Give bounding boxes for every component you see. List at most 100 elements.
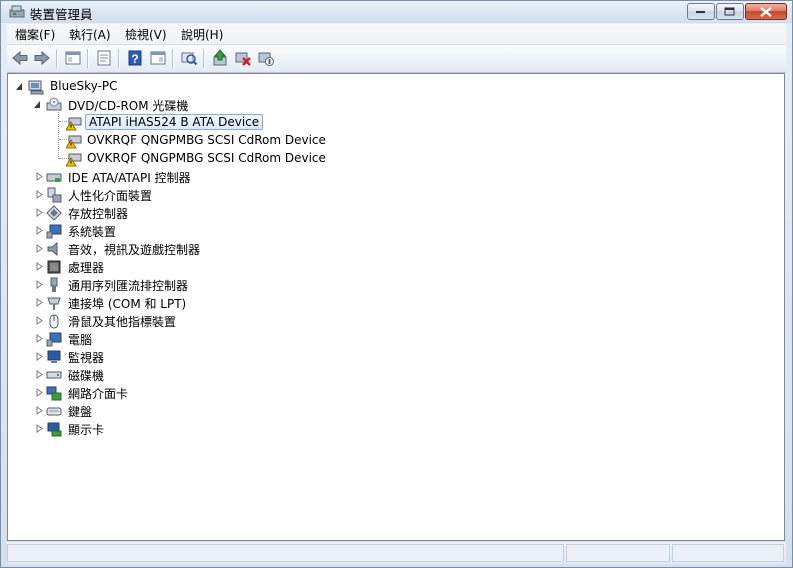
tree-category-row[interactable]: 監視器 <box>8 348 308 366</box>
close-icon <box>760 6 772 17</box>
expand-arrow-icon[interactable] <box>36 406 44 415</box>
tree-category-row[interactable]: 鍵盤 <box>8 402 308 420</box>
back-arrow-icon[interactable] <box>11 49 29 67</box>
tree-category-row[interactable]: 存放控制器 <box>8 204 308 222</box>
disk-drive-icon <box>46 371 62 379</box>
tree-device-row[interactable]: OVKRQF QNGPMBG SCSI CdRom Device <box>8 150 408 168</box>
tree-root-row[interactable]: BlueSky-PC <box>8 78 308 96</box>
tree-category-label: 網路介面卡 <box>68 387 129 401</box>
mouse-icon <box>49 314 59 329</box>
scan-hardware-icon[interactable] <box>180 49 198 67</box>
tree-category-row[interactable]: 磁碟機 <box>8 366 308 384</box>
forward-arrow-icon[interactable] <box>33 49 51 67</box>
tree-category-label: 監視器 <box>68 351 105 365</box>
help-icon[interactable]: ? <box>126 49 144 67</box>
expand-arrow-icon[interactable] <box>36 388 44 397</box>
update-driver-icon[interactable] <box>211 49 229 67</box>
port-icon <box>47 297 61 310</box>
expand-arrow-icon[interactable] <box>36 424 44 433</box>
menu-help[interactable]: 說明(H) <box>177 26 227 43</box>
tree-category-row[interactable]: 處理器 <box>8 258 308 276</box>
disable-device-icon[interactable] <box>257 49 275 67</box>
tree-category-label: 存放控制器 <box>68 207 129 221</box>
usb-controller-icon <box>50 277 58 292</box>
device-warning-icon <box>66 117 82 131</box>
tree-category-label: 處理器 <box>68 261 105 275</box>
minimize-button[interactable] <box>687 3 715 20</box>
expand-arrow-icon[interactable] <box>36 298 44 307</box>
device-label: ATAPI iHAS524 B ATA Device <box>85 114 264 130</box>
tree-category-label: 磁碟機 <box>68 369 105 383</box>
tree-category-label: 鍵盤 <box>68 405 93 419</box>
expand-arrow-icon[interactable] <box>36 244 44 253</box>
hid-icon <box>47 187 62 203</box>
expand-arrow-icon[interactable] <box>36 280 44 289</box>
expand-arrow-icon[interactable] <box>36 370 44 379</box>
tree-category-row[interactable]: 音效，視訊及遊戲控制器 <box>8 240 308 258</box>
tree-category-label: 滑鼠及其他指標裝置 <box>68 315 177 329</box>
device-label: OVKRQF QNGPMBG SCSI CdRom Device <box>87 133 326 147</box>
menu-action[interactable]: 執行(A) <box>65 26 115 43</box>
svg-text:?: ? <box>131 52 138 66</box>
menu-bar: 檔案(F) 執行(A) 檢視(V) 說明(H) <box>7 24 786 45</box>
tree-category-row[interactable]: 網路介面卡 <box>8 384 308 402</box>
tree-category-row[interactable]: IDE ATA/ATAPI 控制器 <box>8 168 308 186</box>
status-cell <box>566 544 670 562</box>
toolbar-separator <box>56 49 58 68</box>
tree-category-row[interactable]: 連接埠 (COM 和 LPT) <box>8 294 308 312</box>
sound-video-icon <box>47 241 58 257</box>
computer-icon <box>28 80 44 95</box>
tree-category-label: 通用序列匯流排控制器 <box>68 279 189 293</box>
tree-root-label: BlueSky-PC <box>50 79 118 93</box>
toolbar-separator <box>172 49 174 68</box>
device-warning-icon <box>66 135 82 149</box>
collapse-arrow-icon[interactable] <box>16 82 24 91</box>
tree-category-row[interactable]: 滑鼠及其他指標裝置 <box>8 312 308 330</box>
toolbar: ? <box>7 45 786 73</box>
menu-view[interactable]: 檢視(V) <box>121 26 171 43</box>
toolbar-separator <box>203 49 205 68</box>
device-warning-icon <box>66 153 82 167</box>
tree-category-label: 電腦 <box>68 333 93 347</box>
menu-file[interactable]: 檔案(F) <box>11 26 59 43</box>
title-bar[interactable]: 裝置管理員 <box>1 1 792 23</box>
expand-arrow-icon[interactable] <box>36 262 44 271</box>
keyboard-icon <box>46 407 62 416</box>
tree-category-row[interactable]: 人性化介面裝置 <box>8 186 308 204</box>
tree-category-label: 顯示卡 <box>68 423 105 437</box>
uninstall-device-icon[interactable] <box>234 49 252 67</box>
maximize-button[interactable] <box>716 3 744 20</box>
device-label: OVKRQF QNGPMBG SCSI CdRom Device <box>87 151 326 165</box>
device-manager-window: 裝置管理員 檔案(F) 執行(A) 檢視(V) 說明(H) ? BlueSky-… <box>0 0 793 568</box>
expand-arrow-icon[interactable] <box>36 208 44 217</box>
expand-arrow-icon[interactable] <box>36 334 44 343</box>
tree-category-dvd[interactable]: DVD/CD-ROM 光碟機 <box>8 96 308 114</box>
expand-arrow-icon[interactable] <box>36 352 44 361</box>
storage-controller-icon <box>46 205 62 221</box>
tree-category-row[interactable]: 顯示卡 <box>8 420 308 438</box>
tree-category-row[interactable]: 系統裝置 <box>8 222 308 240</box>
expand-arrow-icon[interactable] <box>36 226 44 235</box>
tree-category-label: 系統裝置 <box>68 225 117 239</box>
collapse-arrow-icon[interactable] <box>34 100 42 109</box>
tree-device-row[interactable]: ATAPI iHAS524 B ATA Device <box>8 114 408 132</box>
toolbar-separator <box>87 49 89 68</box>
status-cell-main <box>7 544 564 562</box>
device-tree-pane[interactable]: BlueSky-PC DVD/CD-ROM 光碟機 ATAPI iHAS524 … <box>7 73 785 541</box>
expand-arrow-icon[interactable] <box>36 190 44 199</box>
tree-category-row[interactable]: 通用序列匯流排控制器 <box>8 276 308 294</box>
expand-arrow-icon[interactable] <box>36 172 44 181</box>
show-hide-tree-icon[interactable] <box>64 49 82 67</box>
tree-category-label: 連接埠 (COM 和 LPT) <box>68 297 187 311</box>
window-title: 裝置管理員 <box>30 7 93 22</box>
tree-category-label: IDE ATA/ATAPI 控制器 <box>68 171 191 185</box>
tree-device-row[interactable]: OVKRQF QNGPMBG SCSI CdRom Device <box>8 132 408 150</box>
optical-drive-icon <box>46 97 62 111</box>
properties-icon[interactable] <box>95 49 113 67</box>
status-cell <box>672 544 784 562</box>
close-button[interactable] <box>745 3 787 20</box>
computer-icon <box>46 332 62 347</box>
tree-category-row[interactable]: 電腦 <box>8 330 308 348</box>
expand-arrow-icon[interactable] <box>36 316 44 325</box>
action-pane-icon[interactable] <box>149 49 167 67</box>
